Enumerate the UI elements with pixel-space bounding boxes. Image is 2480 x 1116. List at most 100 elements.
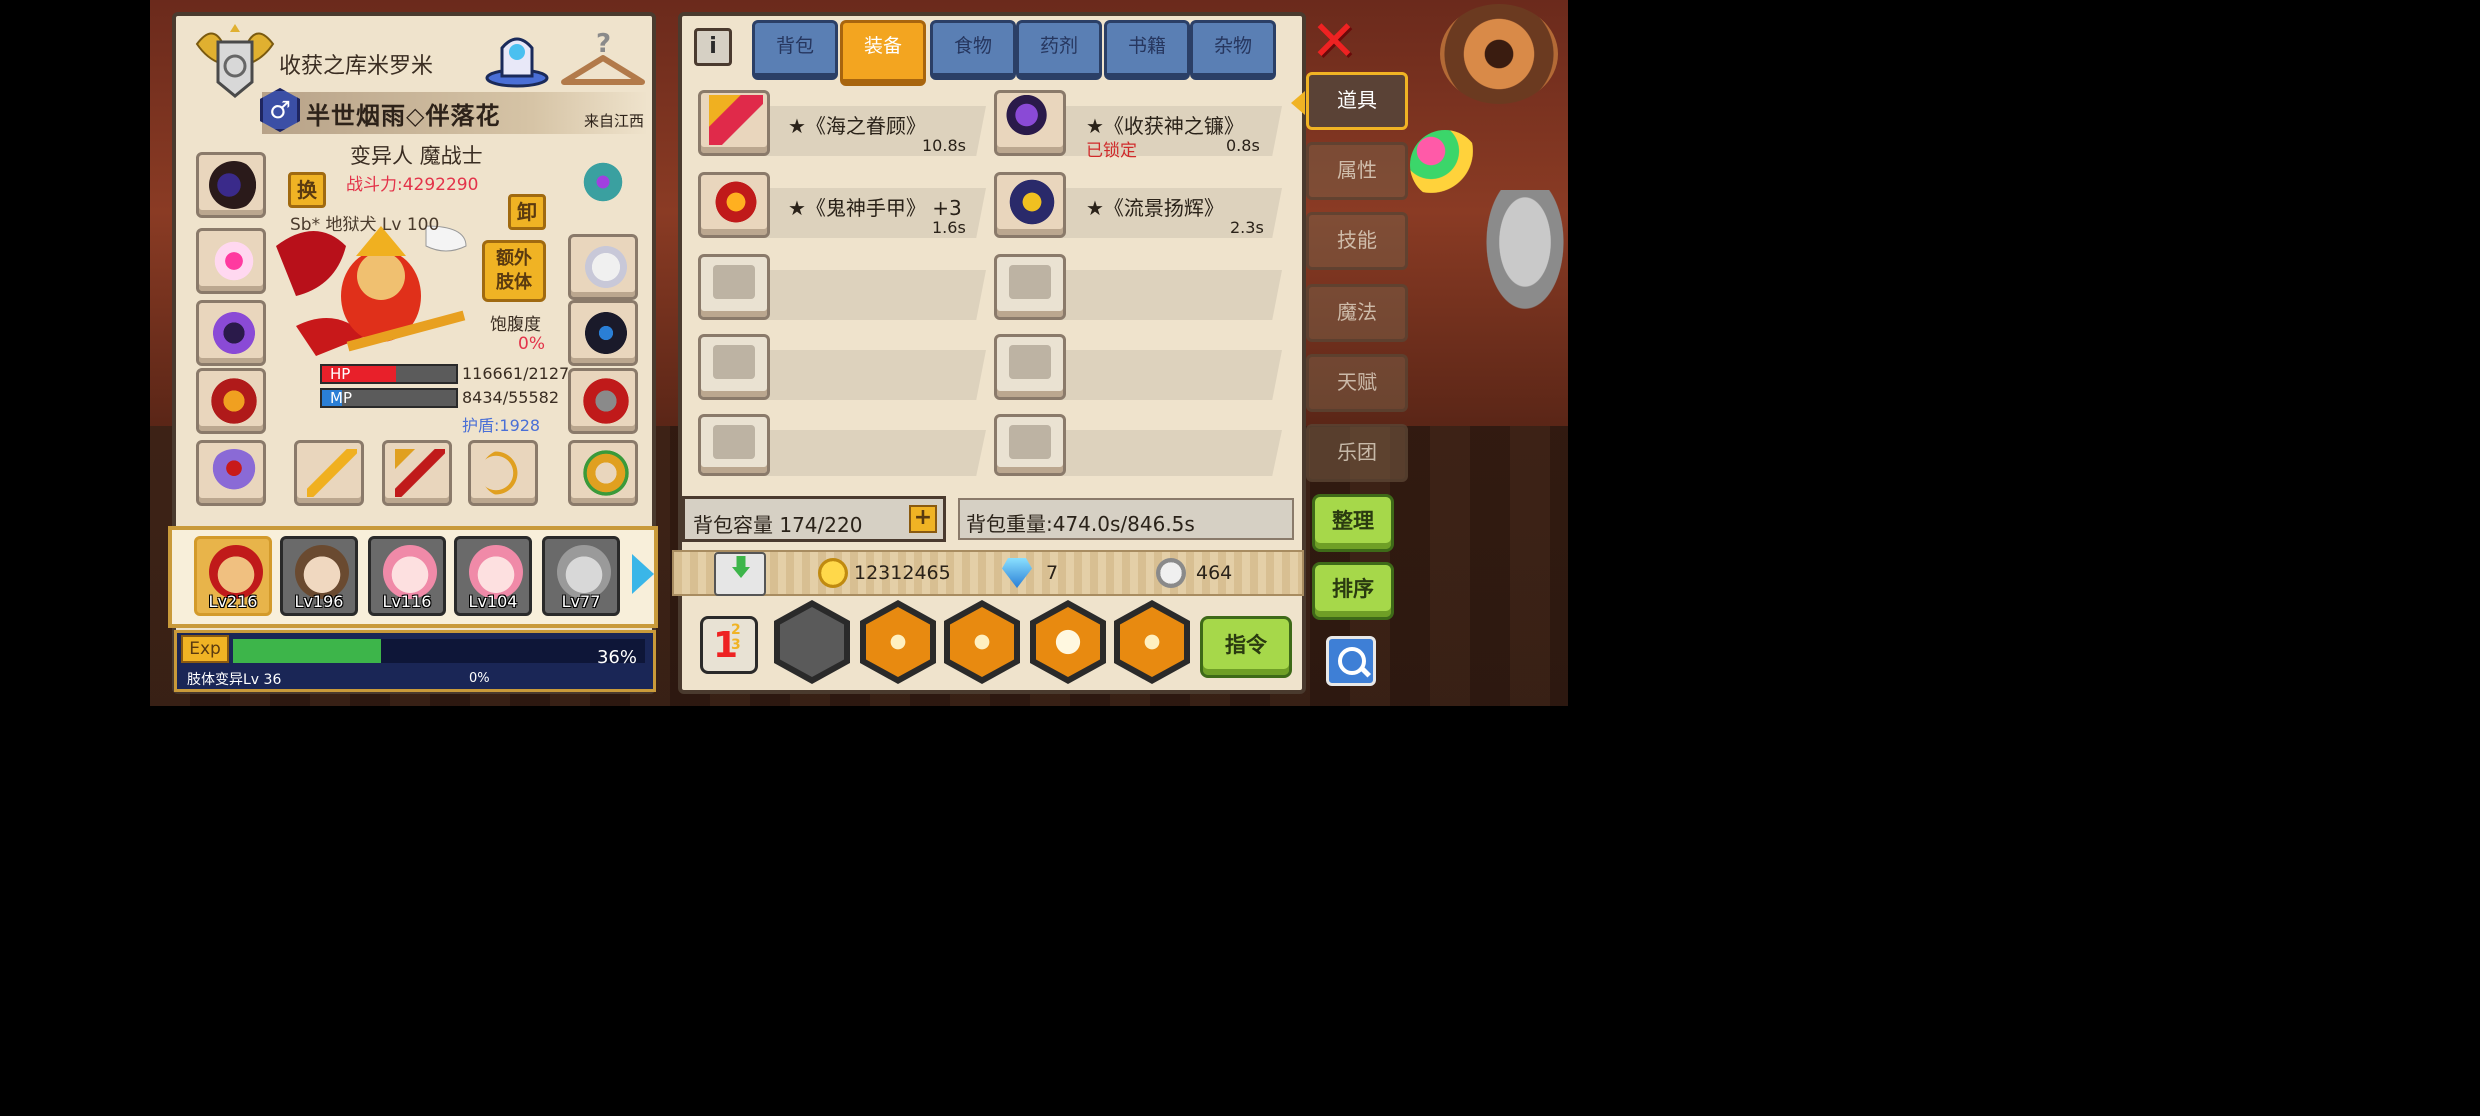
character-origin: 来自江西 — [584, 112, 645, 130]
equip-slot-accessory[interactable] — [568, 440, 638, 506]
svg-text:?: ? — [596, 29, 611, 59]
satiety-label: 饱腹度 — [490, 315, 541, 335]
character-name: 收获之库米罗米 — [279, 54, 434, 79]
item-name-4: ★《流景扬辉》 — [1086, 196, 1224, 220]
extra-limb-button[interactable]: 额外 肢体 — [482, 240, 546, 302]
donut-decoration — [1440, 4, 1558, 104]
party-next-arrow-icon[interactable] — [632, 554, 654, 594]
hanger-help-icon[interactable]: ? — [558, 26, 648, 88]
silver-value: 464 — [1196, 562, 1233, 584]
portal-shrine-icon[interactable] — [482, 26, 552, 88]
dark-helmet-icon — [209, 161, 259, 209]
close-icon[interactable]: ✕ — [1308, 14, 1360, 70]
item-slot-1[interactable] — [698, 90, 770, 156]
empty-item-slot[interactable] — [698, 334, 770, 400]
tab-equipment[interactable]: 装备 — [840, 20, 926, 86]
guild-emblem-icon[interactable] — [192, 24, 278, 100]
equip-slot-crest[interactable] — [568, 152, 638, 222]
empty-skill-icon — [780, 607, 844, 677]
bag-capacity-box: 背包容量 174/220 + — [682, 496, 946, 542]
side-tab-talent[interactable]: 天赋 — [1306, 354, 1408, 412]
party-member-level: Lv104 — [468, 592, 518, 611]
tab-misc[interactable]: 杂物 — [1190, 20, 1276, 80]
party-member-5[interactable]: Lv77 — [542, 536, 620, 616]
info-button[interactable]: i — [694, 28, 732, 66]
item-name-3: ★《鬼神手甲》 +3 — [788, 196, 962, 220]
tab-food[interactable]: 食物 — [930, 20, 1016, 80]
empty-item-slot[interactable] — [698, 254, 770, 320]
equip-slot-armor[interactable] — [196, 368, 266, 434]
empty-item-slot[interactable] — [994, 334, 1066, 400]
unequip-button[interactable]: 卸 — [508, 194, 546, 230]
item-slot-2[interactable] — [994, 90, 1066, 156]
equip-slot-belt[interactable] — [568, 300, 638, 366]
item-locked-label: 已锁定 — [1086, 141, 1137, 161]
item-time-2: 0.8s — [1226, 136, 1260, 155]
order-sub-icon: 23 — [731, 622, 741, 653]
mp-value: 8434/55582 — [462, 388, 560, 407]
item-row-bg — [742, 350, 986, 400]
exp-bar: 36% — [233, 639, 645, 668]
item-name-1: ★《海之眷顾》 — [788, 114, 926, 138]
equip-slot-staff[interactable] — [294, 440, 364, 506]
golden-bow-icon — [481, 449, 531, 497]
shield-value: 护盾:1928 — [462, 416, 541, 435]
party-member-3[interactable]: Lv116 — [368, 536, 446, 616]
diamond-value: 7 — [1046, 562, 1059, 584]
side-tab-magic[interactable]: 魔法 — [1306, 284, 1408, 342]
combat-power: 战斗力:4292290 — [346, 175, 479, 195]
gold-wreath-icon — [581, 449, 631, 497]
side-tab-items[interactable]: 道具 — [1291, 72, 1408, 130]
equip-slot-bow[interactable] — [468, 440, 538, 506]
bat-wing-cape-icon — [209, 309, 259, 357]
item-row-bg — [1038, 430, 1282, 476]
tidy-button[interactable]: 整理 — [1312, 494, 1394, 552]
red-crossbow-icon — [709, 95, 763, 145]
tab-potion[interactable]: 药剂 — [1016, 20, 1102, 80]
empty-item-slot[interactable] — [698, 414, 770, 476]
equip-slot-boots[interactable] — [568, 368, 638, 434]
pet-name-label: Sb* 地狱犬 Lv 100 — [290, 215, 440, 235]
storage-download-button[interactable] — [714, 552, 766, 596]
side-tab-band[interactable]: 乐团 — [1306, 424, 1408, 482]
gold-value: 12312465 — [854, 562, 951, 584]
mech-boots-icon — [581, 377, 631, 425]
empty-item-slot[interactable] — [994, 414, 1066, 476]
character-title: 半世烟雨◇伴落花 — [306, 102, 501, 130]
crescent-ring-icon — [209, 449, 259, 497]
sort-button[interactable]: 排序 — [1312, 562, 1394, 620]
search-icon[interactable] — [1326, 636, 1376, 686]
peacock-statue — [1480, 190, 1570, 320]
item-slot-4[interactable] — [994, 172, 1066, 238]
white-gauntlet-icon — [581, 243, 631, 291]
party-member-1[interactable]: Lv216 — [194, 536, 272, 616]
equip-slot-gloves[interactable] — [568, 234, 638, 300]
command-button[interactable]: 指令 — [1200, 616, 1292, 678]
item-time-1: 10.8s — [922, 136, 966, 155]
flame-spear-icon — [395, 449, 445, 497]
equip-slot-cape[interactable] — [196, 300, 266, 366]
party-member-4[interactable]: Lv104 — [454, 536, 532, 616]
swap-button[interactable]: 换 — [288, 172, 326, 208]
item-slot-3[interactable] — [698, 172, 770, 238]
party-member-level: Lv216 — [208, 592, 258, 611]
avatar — [383, 545, 437, 599]
golden-staff-icon — [307, 449, 357, 497]
empty-item-slot[interactable] — [994, 254, 1066, 320]
character-class: 变异人 魔战士 — [350, 144, 483, 168]
tab-backpack[interactable]: 背包 — [752, 20, 838, 80]
skill-order-button[interactable]: 1 23 — [700, 616, 758, 674]
equip-slot-spear[interactable] — [382, 440, 452, 506]
equip-slot-helmet[interactable] — [196, 152, 266, 218]
party-member-2[interactable]: Lv196 — [280, 536, 358, 616]
side-tab-skills[interactable]: 技能 — [1306, 212, 1408, 270]
equip-slot-ring[interactable] — [196, 440, 266, 506]
equip-slot-necklace[interactable] — [196, 228, 266, 294]
satiety-value: 0% — [518, 334, 545, 354]
explosion-skill-icon — [1036, 607, 1100, 677]
expand-capacity-button[interactable]: + — [909, 505, 937, 533]
mutation-level: 肢体变异Lv 36 — [187, 672, 282, 688]
party-member-level: Lv77 — [561, 592, 601, 611]
tab-books[interactable]: 书籍 — [1104, 20, 1190, 80]
side-tab-attributes[interactable]: 属性 — [1306, 142, 1408, 200]
